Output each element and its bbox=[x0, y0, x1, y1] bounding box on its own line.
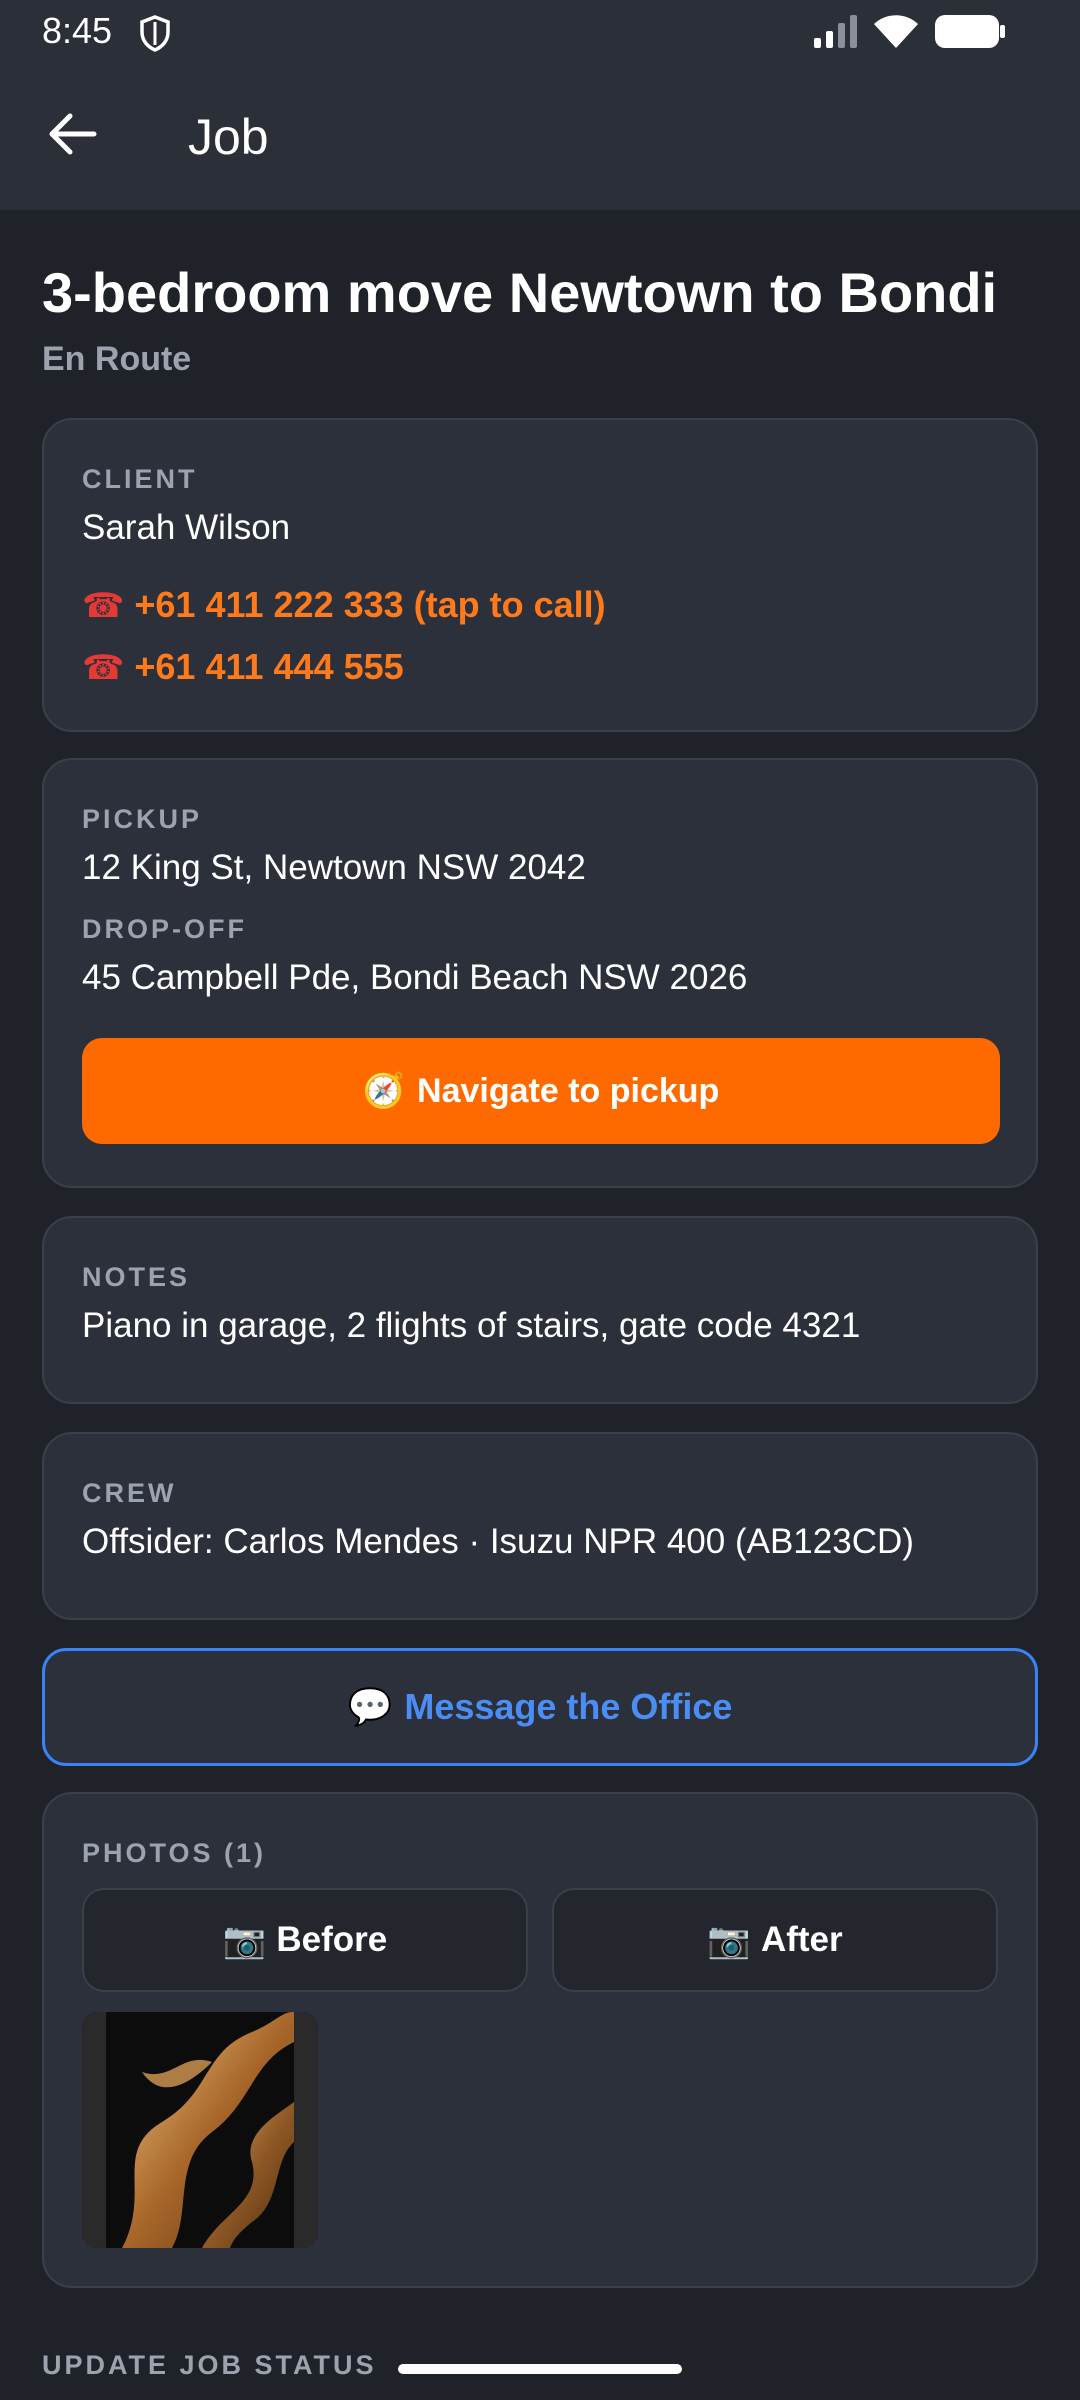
phone-number: +61 411 222 333 (tap to call) bbox=[134, 584, 606, 625]
navigate-to-pickup-button[interactable]: 🧭 Navigate to pickup bbox=[82, 1038, 1000, 1144]
photo-thumbnail[interactable] bbox=[82, 2012, 318, 2248]
compass-icon: 🧭 bbox=[362, 1072, 406, 1110]
navigate-label: Navigate to pickup bbox=[417, 1071, 720, 1110]
before-label: Before bbox=[276, 1920, 388, 1959]
app-bar: Job bbox=[0, 66, 1080, 210]
signal-icon bbox=[812, 14, 860, 55]
pickup-label: PICKUP bbox=[82, 804, 203, 834]
notes-text: Piano in garage, 2 flights of stairs, ga… bbox=[82, 1306, 861, 1345]
client-name: Sarah Wilson bbox=[82, 508, 291, 547]
phone-number: +61 411 444 555 bbox=[134, 646, 404, 687]
app-bar-title: Job bbox=[188, 109, 269, 165]
address-card: PICKUP 12 King St, Newtown NSW 2042 DROP… bbox=[42, 758, 1038, 1188]
notes-label: NOTES bbox=[82, 1262, 191, 1292]
back-arrow-icon[interactable] bbox=[48, 112, 98, 161]
message-office-label: Message the Office bbox=[404, 1686, 733, 1727]
speech-bubble-icon: 💬 bbox=[347, 1686, 393, 1727]
update-job-status-label: UPDATE JOB STATUS bbox=[42, 2350, 377, 2380]
home-indicator[interactable] bbox=[398, 2364, 682, 2374]
battery-icon bbox=[934, 14, 1006, 55]
wifi-icon bbox=[872, 12, 920, 55]
dropoff-address: 45 Campbell Pde, Bondi Beach NSW 2026 bbox=[82, 958, 748, 997]
job-title: 3-bedroom move Newtown to Bondi bbox=[42, 261, 998, 324]
notes-card: NOTES Piano in garage, 2 flights of stai… bbox=[42, 1216, 1038, 1404]
message-office-button[interactable]: 💬 Message the Office bbox=[42, 1648, 1038, 1766]
camera-icon: 📷 bbox=[222, 1920, 267, 1960]
before-photo-button[interactable]: 📷 Before bbox=[82, 1888, 528, 1992]
telephone-icon: ☎ bbox=[82, 649, 125, 687]
client-label: CLIENT bbox=[82, 464, 198, 494]
telephone-icon: ☎ bbox=[82, 587, 125, 625]
shield-icon bbox=[138, 14, 172, 57]
crew-label: CREW bbox=[82, 1478, 177, 1508]
crew-card: CREW Offsider: Carlos Mendes · Isuzu NPR… bbox=[42, 1432, 1038, 1620]
status-time: 8:45 bbox=[42, 10, 113, 51]
camera-icon: 📷 bbox=[707, 1920, 751, 1960]
client-card: CLIENT Sarah Wilson ☎ +61 411 222 333 (t… bbox=[42, 418, 1038, 732]
after-photo-button[interactable]: 📷 After bbox=[552, 1888, 998, 1992]
client-phone-1[interactable]: ☎ +61 411 222 333 (tap to call) bbox=[82, 584, 606, 626]
photos-card: PHOTOS (1) 📷 Before 📷 After bbox=[42, 1792, 1038, 2288]
after-label: After bbox=[760, 1920, 843, 1959]
pickup-address: 12 King St, Newtown NSW 2042 bbox=[82, 848, 586, 887]
photos-label: PHOTOS (1) bbox=[82, 1838, 267, 1868]
crew-text: Offsider: Carlos Mendes · Isuzu NPR 400 … bbox=[82, 1522, 914, 1561]
job-status: En Route bbox=[42, 340, 192, 378]
dropoff-label: DROP-OFF bbox=[82, 914, 247, 944]
client-phone-2[interactable]: ☎ +61 411 444 555 bbox=[82, 646, 404, 688]
status-bar: 8:45 bbox=[0, 0, 1080, 66]
